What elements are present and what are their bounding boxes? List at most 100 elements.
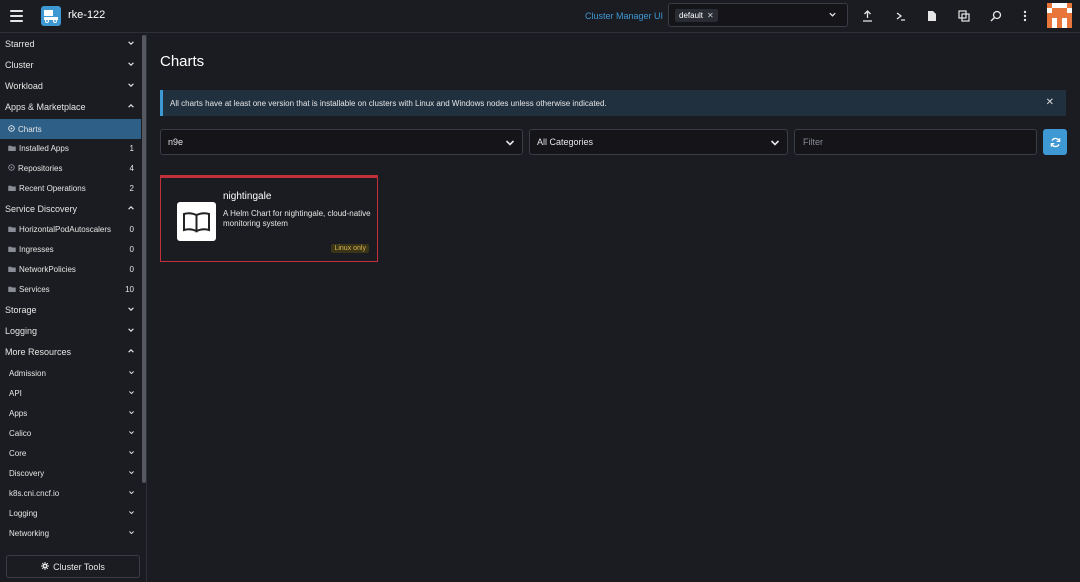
sidebar-item-ingresses[interactable]: Ingresses 0 [0,239,141,259]
chevron-down-icon [129,391,134,395]
sidebar-item-services[interactable]: Services 10 [0,279,141,299]
folder-icon [8,285,16,294]
sidebar-item-repositories[interactable]: Repositories 4 [0,158,141,178]
page-title: Charts [160,53,205,70]
sidebar-item-recent-operations[interactable]: Recent Operations 2 [0,178,141,198]
nav-group-more-resources[interactable]: More Resources [0,342,141,362]
sidebar-item-label: Charts [18,124,42,134]
sidebar-subgroup-api[interactable]: API [0,383,141,403]
refresh-icon [1050,137,1060,147]
item-count: 4 [129,163,134,173]
chevron-down-icon [505,140,515,146]
upload-icon[interactable] [860,8,874,24]
nav-group-storage[interactable]: Storage [0,300,141,320]
cluster-tools-label: Cluster Tools [53,561,105,572]
remove-namespace-icon[interactable]: ✕ [707,11,714,20]
menu-icon[interactable] [10,10,23,22]
nav-group-service-discovery[interactable]: Service Discovery [0,199,141,219]
search-icon[interactable] [989,8,1003,24]
sidebar-subgroup-discovery[interactable]: Discovery [0,463,141,483]
chevron-down-icon [129,431,134,435]
category-select[interactable]: All Categories [529,129,788,155]
nav-group-label: Storage [5,305,37,315]
sidebar-item-label: Services [19,284,50,294]
nav-group-workload[interactable]: Workload [0,76,141,96]
chevron-down-icon [128,62,134,66]
sidebar-subgroup-label: Networking [9,528,50,538]
cluster-manager-link[interactable]: Cluster Manager UI [585,11,663,21]
compass-icon [8,163,15,173]
nav-group-label: Cluster [5,60,34,70]
nav-group-starred[interactable]: Starred [0,34,141,54]
chevron-down-icon [129,371,134,375]
chevron-down-icon [128,83,134,87]
chevron-down-icon [128,41,134,45]
folder-icon [8,144,16,153]
sidebar-subgroup-logging[interactable]: Logging [0,503,141,523]
chevron-down-icon [770,140,780,146]
sidebar-item-hpa[interactable]: HorizontalPodAutoscalers 0 [0,219,141,239]
book-icon [177,202,216,241]
sidebar-subgroup-calico[interactable]: Calico [0,423,141,443]
item-count: 10 [125,284,134,294]
sidebar-item-installed-apps[interactable]: Installed Apps 1 [0,138,141,158]
chevron-down-icon [128,328,134,332]
close-icon[interactable]: ✕ [1046,97,1054,108]
sidebar-subgroup-label: Core [9,448,27,458]
namespace-select[interactable]: default ✕ [668,3,848,27]
more-icon[interactable] [1018,8,1032,24]
sidebar-subgroup-label: Calico [9,428,32,438]
repository-select-value: n9e [168,137,184,147]
chevron-up-icon [128,349,134,353]
chevron-up-icon [128,104,134,108]
sidebar: Starred Cluster Workload Apps & Marketpl… [0,34,147,582]
nav-group-logging[interactable]: Logging [0,321,141,341]
filter-input[interactable] [794,129,1037,155]
os-badge: Linux only [331,244,369,253]
top-header: rke-122 Cluster Manager UI default ✕ [0,0,1080,33]
user-avatar[interactable] [1047,3,1072,28]
chart-card-description: A Helm Chart for nightingale, cloud-nati… [223,209,371,228]
repository-select[interactable]: n9e [160,129,523,155]
folder-icon [8,184,16,193]
sidebar-item-label: Ingresses [19,244,54,254]
sidebar-subgroup-apps[interactable]: Apps [0,403,141,423]
sidebar-item-charts[interactable]: Charts [0,119,141,139]
item-count: 0 [129,244,134,254]
cluster-tools-button[interactable]: Cluster Tools [6,555,140,578]
nav-group-label: Workload [5,81,43,91]
namespace-tag-label: default [679,10,704,20]
file-icon[interactable] [925,8,939,24]
chart-card-title: nightingale [223,191,272,202]
chevron-down-icon [128,307,134,311]
chevron-down-icon [129,531,134,535]
chevron-down-icon [129,411,134,415]
nav-group-label: More Resources [5,347,72,357]
chart-card[interactable]: nightingale A Helm Chart for nightingale… [160,175,378,262]
sidebar-subgroup-label: Apps [9,408,28,418]
item-count: 0 [129,224,134,234]
nav-group-label: Logging [5,326,38,336]
sidebar-item-label: Repositories [18,163,63,173]
nav-group-apps-marketplace[interactable]: Apps & Marketplace [0,97,141,117]
cluster-logo-icon [41,6,61,26]
terminal-icon[interactable] [893,8,907,24]
refresh-button[interactable] [1043,129,1067,155]
sidebar-item-label: Recent Operations [19,183,86,193]
sidebar-item-network-policies[interactable]: NetworkPolicies 0 [0,259,141,279]
chevron-down-icon [129,491,134,495]
chevron-up-icon [128,206,134,210]
item-count: 2 [129,183,134,193]
category-select-value: All Categories [537,137,594,147]
sidebar-subgroup-core[interactable]: Core [0,443,141,463]
copy-icon[interactable] [957,8,971,24]
nav-group-cluster[interactable]: Cluster [0,55,141,75]
sidebar-scrollbar[interactable] [142,35,146,483]
sidebar-subgroup-k8s-cni[interactable]: k8s.cni.cncf.io [0,483,141,503]
info-banner: All charts have at least one version tha… [160,90,1066,116]
namespace-tag: default ✕ [675,8,718,22]
sidebar-subgroup-admission[interactable]: Admission [0,363,141,383]
sidebar-subgroup-label: Discovery [9,468,45,478]
sidebar-subgroup-networking[interactable]: Networking [0,523,141,543]
chevron-down-icon [829,12,836,17]
